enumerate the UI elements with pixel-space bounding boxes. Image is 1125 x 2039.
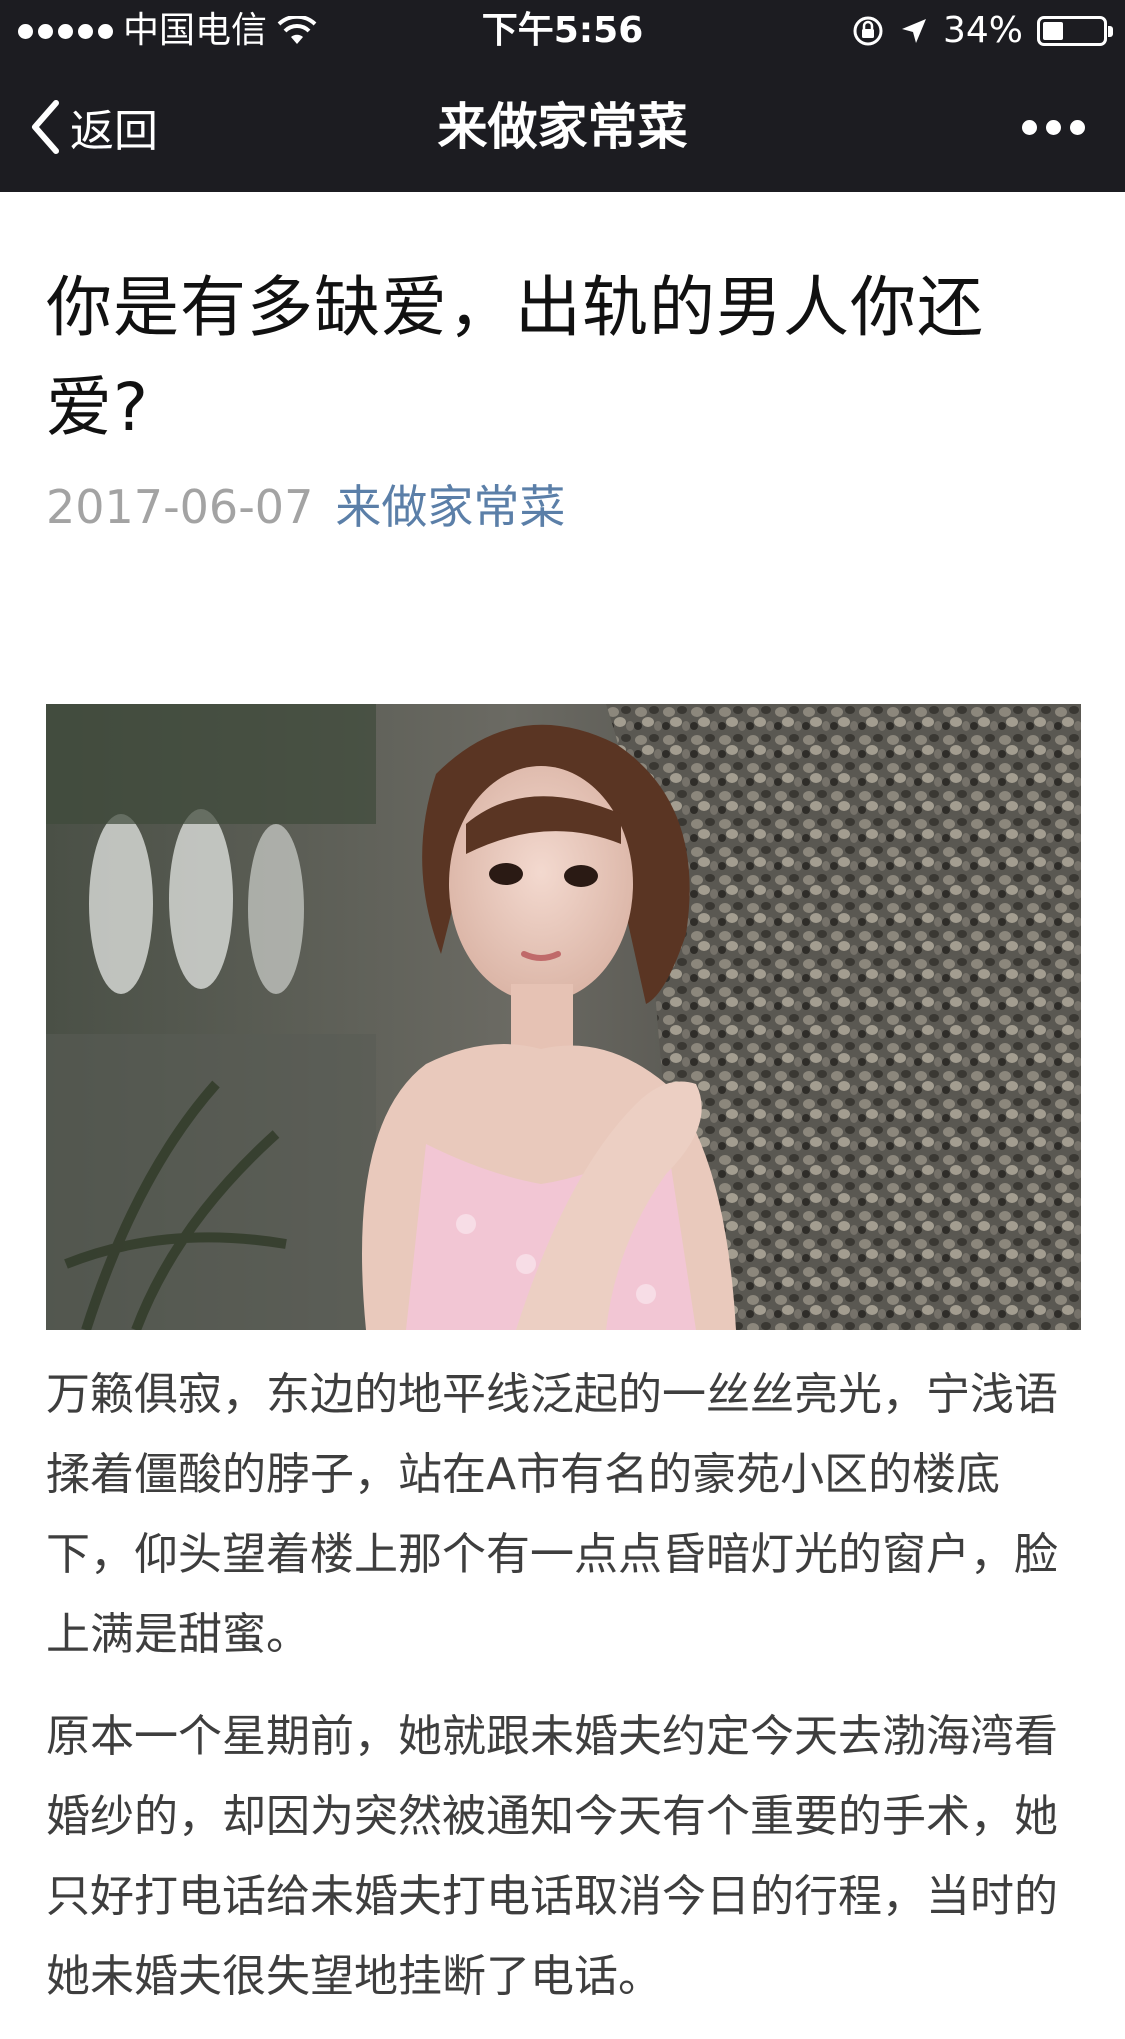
orientation-lock-icon — [853, 16, 883, 46]
chevron-left-icon — [32, 100, 59, 154]
article-paragraph: 原本一个星期前，她就跟未婚夫约定今天去渤海湾看婚纱的，却因为突然被通知今天有个重… — [46, 1711, 1058, 2002]
battery-percent: 34% — [942, 10, 1023, 51]
article-body: 万籁俱寂，东边的地平线泛起的一丝丝亮光，宁浅语揉着僵酸的脖子，站在A市有名的豪苑… — [46, 1355, 1086, 2039]
nav-bar: 返回 来做家常菜 — [0, 62, 1125, 192]
article-date: 2017-06-07 — [46, 480, 314, 534]
article-photo — [46, 704, 1081, 1330]
article-title: 你是有多缺爱，出轨的男人你还爱? — [46, 269, 984, 446]
battery-fill — [1043, 22, 1063, 40]
more-dots-icon[interactable] — [1022, 62, 1085, 192]
status-bar: 中国电信 下午5:56 34% — [0, 0, 1125, 62]
article-meta: 2017-06-07 来做家常菜 — [46, 472, 1081, 542]
back-button[interactable]: 返回 — [28, 62, 158, 192]
article-paragraph: 万籁俱寂，东边的地平线泛起的一丝丝亮光，宁浅语揉着僵酸的脖子，站在A市有名的豪苑… — [46, 1369, 1058, 1660]
nav-title: 来做家常菜 — [437, 98, 688, 156]
back-label: 返回 — [70, 106, 158, 157]
location-arrow-icon — [901, 19, 926, 43]
article-author-link[interactable]: 来做家常菜 — [335, 480, 565, 534]
article-header: 你是有多缺爱，出轨的男人你还爱? 2017-06-07 来做家常菜 — [46, 192, 1081, 542]
status-right: 34% — [851, 0, 1113, 62]
battery-icon — [1037, 16, 1113, 46]
